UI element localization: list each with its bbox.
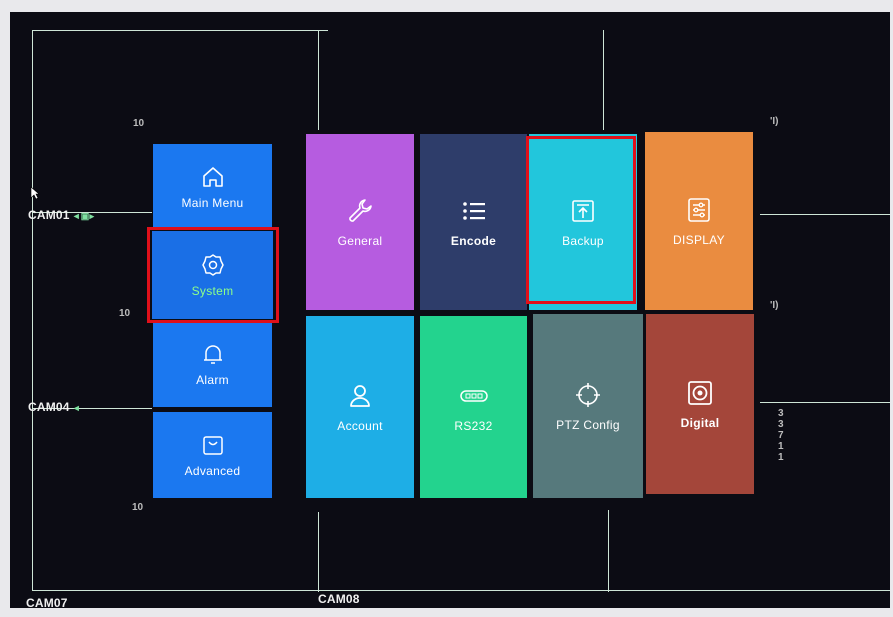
ptz-config-label: PTZ Config [556,418,620,432]
gear-icon [201,254,224,276]
general-label: General [337,234,383,248]
grid-line [318,512,319,592]
account-tile[interactable]: Account [306,316,414,498]
grid-line [760,402,890,403]
dvr-screen: CAM01 ◄▣▸ CAM04 ◄ CAM07 CAM08 10 10 10 'I)… [10,12,890,608]
overlay-chars: 3 3 7 1 1 [778,408,784,463]
grid-line [32,590,890,591]
general-tile[interactable]: General [306,134,414,310]
wrench-icon [349,199,372,222]
home-icon [202,167,223,187]
bell-icon [203,345,222,364]
cam01-label: CAM01 ◄▣▸ [28,208,95,222]
user-icon [350,385,370,407]
grid-line [760,214,890,215]
main-menu-label: Main Menu [181,196,244,210]
rs232-label: RS232 [454,419,493,433]
advanced-button[interactable]: Advanced [153,412,272,498]
mouse-cursor-icon [30,186,40,200]
timestamp-text: 'I) [770,116,779,127]
crosshair-icon [576,383,600,407]
cam04-label: CAM04 ◄ [28,400,81,414]
system-button[interactable]: System [152,231,273,319]
sliders-icon [688,198,710,222]
grid-line [608,510,609,592]
account-label: Account [337,419,383,433]
advanced-label: Advanced [184,464,241,478]
grid-line [32,30,33,590]
rs232-tile[interactable]: RS232 [420,316,527,498]
backup-label: Backup [562,234,604,248]
timestamp-text: 'I) [770,300,779,311]
speaker-icon [688,381,712,405]
system-label: System [191,284,234,298]
digital-tile[interactable]: Digital [646,314,754,494]
cam07-label: CAM07 [26,596,68,608]
bag-icon [202,436,223,455]
timestamp-text: 10 [119,308,131,319]
camera-status-icon: ◄ [71,403,81,413]
display-tile[interactable]: DISPLAY [645,132,753,310]
upload-icon [572,200,594,222]
display-label: DISPLAY [673,233,725,247]
alarm-button[interactable]: Alarm [153,321,272,407]
camera-status-icon: ◄▣▸ [71,211,95,221]
port-icon [459,390,488,402]
digital-label: Digital [680,416,720,430]
ptz-config-tile[interactable]: PTZ Config [533,314,643,498]
cam08-label: CAM08 [318,592,360,606]
timestamp-text: 10 [133,118,145,129]
list-icon [462,202,485,220]
timestamp-text: 10 [132,502,144,513]
alarm-label: Alarm [196,373,229,387]
backup-tile[interactable]: Backup [529,134,637,310]
grid-line [603,30,604,130]
main-menu-button[interactable]: Main Menu [153,144,272,230]
encode-tile[interactable]: Encode [420,134,527,310]
grid-line [32,30,328,31]
grid-line [318,30,319,130]
encode-label: Encode [450,234,497,248]
